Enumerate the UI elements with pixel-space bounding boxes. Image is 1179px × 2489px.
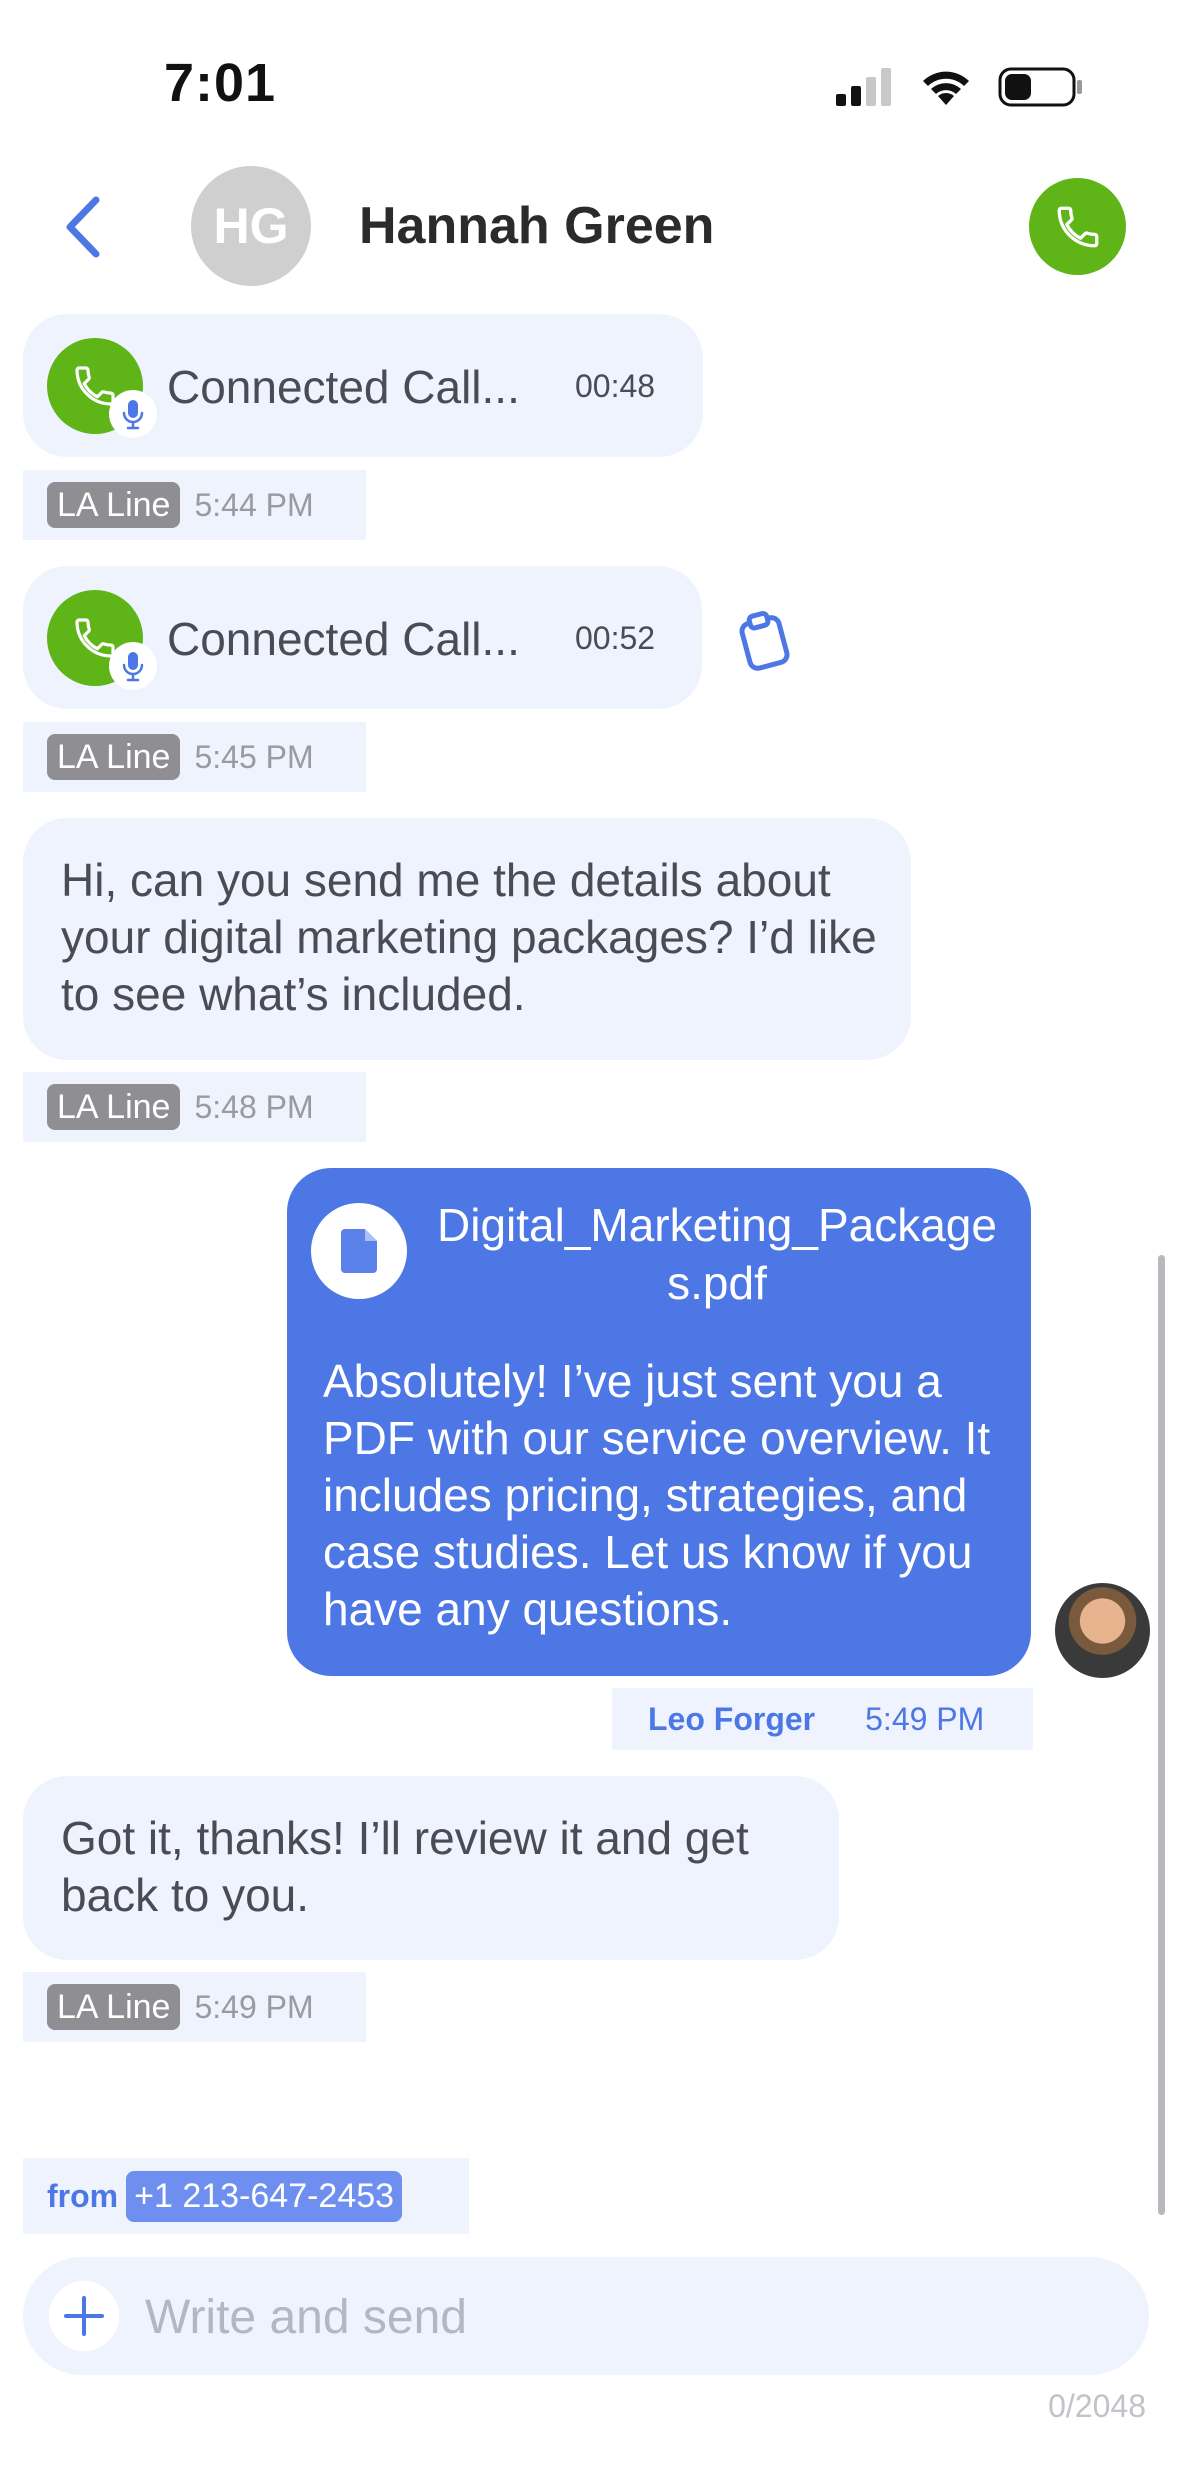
line-tag: LA Line — [47, 1084, 181, 1130]
chevron-left-icon — [66, 196, 100, 258]
line-tag: LA Line — [47, 734, 181, 780]
plus-icon — [64, 2296, 104, 2336]
message-composer — [23, 2257, 1149, 2375]
message-time: 5:49 PM — [194, 1988, 314, 2025]
call-label: Connected Call... — [167, 361, 520, 413]
call-duration: 00:48 — [575, 368, 656, 404]
message-time: 5:44 PM — [194, 486, 314, 523]
file-name[interactable]: Digital_Marketing_Packages.pdf — [427, 1196, 1007, 1312]
call-button[interactable] — [1029, 178, 1126, 275]
message-meta: LA Line 5:45 PM — [23, 722, 366, 792]
phone-icon — [1057, 206, 1098, 247]
outgoing-message[interactable]: Digital_Marketing_Packages.pdf Absolutel… — [287, 1168, 1031, 1676]
agent-avatar — [1055, 1583, 1150, 1678]
message-time: 5:48 PM — [194, 1088, 314, 1125]
from-label: from — [47, 2177, 119, 2214]
recording-mic-icon — [109, 390, 157, 438]
back-button[interactable] — [56, 192, 116, 262]
message-meta: LA Line 5:48 PM — [23, 1072, 366, 1142]
message-text: Absolutely! I’ve just sent you a PDF wit… — [323, 1355, 991, 1635]
message-meta: LA Line 5:44 PM — [23, 470, 366, 540]
clipboard-icon[interactable] — [734, 610, 794, 672]
file-attachment-button[interactable] — [311, 1203, 407, 1299]
recording-mic-icon — [109, 642, 157, 690]
call-label: Connected Call... — [167, 613, 520, 665]
contact-name[interactable]: Hannah Green — [359, 196, 714, 256]
call-record-card[interactable]: Connected Call... 00:52 — [23, 566, 702, 709]
from-number-selector[interactable]: from +1 213-647-2453 — [23, 2158, 469, 2234]
call-duration: 00:52 — [575, 620, 656, 656]
scrollbar[interactable] — [1158, 1255, 1165, 2215]
call-record-card[interactable]: Connected Call... 00:48 — [23, 314, 703, 457]
incoming-message[interactable]: Got it, thanks! I’ll review it and get b… — [23, 1776, 839, 1960]
message-time: 5:49 PM — [865, 1700, 985, 1737]
incoming-message[interactable]: Hi, can you send me the details about yo… — [23, 818, 911, 1060]
add-attachment-button[interactable] — [49, 2281, 119, 2351]
line-tag: LA Line — [47, 1984, 181, 2030]
wifi-icon — [923, 71, 969, 105]
cellular-signal-icon — [836, 68, 891, 106]
character-counter: 0/2048 — [1048, 2388, 1146, 2424]
status-time: 7:01 — [164, 53, 277, 113]
document-icon — [341, 1229, 377, 1273]
message-text: Got it, thanks! I’ll review it and get b… — [61, 1812, 749, 1921]
from-number[interactable]: +1 213-647-2453 — [126, 2170, 403, 2222]
message-input[interactable] — [143, 2277, 1127, 2357]
sender-name: Leo Forger — [648, 1700, 816, 1737]
message-meta: Leo Forger 5:49 PM — [612, 1688, 1033, 1750]
message-time: 5:45 PM — [194, 738, 314, 775]
battery-icon — [998, 67, 1082, 107]
line-tag: LA Line — [47, 482, 181, 528]
contact-avatar[interactable]: HG — [191, 166, 311, 286]
status-icons — [836, 62, 1084, 112]
message-text: Hi, can you send me the details about yo… — [61, 854, 877, 1020]
message-meta: LA Line 5:49 PM — [23, 1972, 366, 2042]
